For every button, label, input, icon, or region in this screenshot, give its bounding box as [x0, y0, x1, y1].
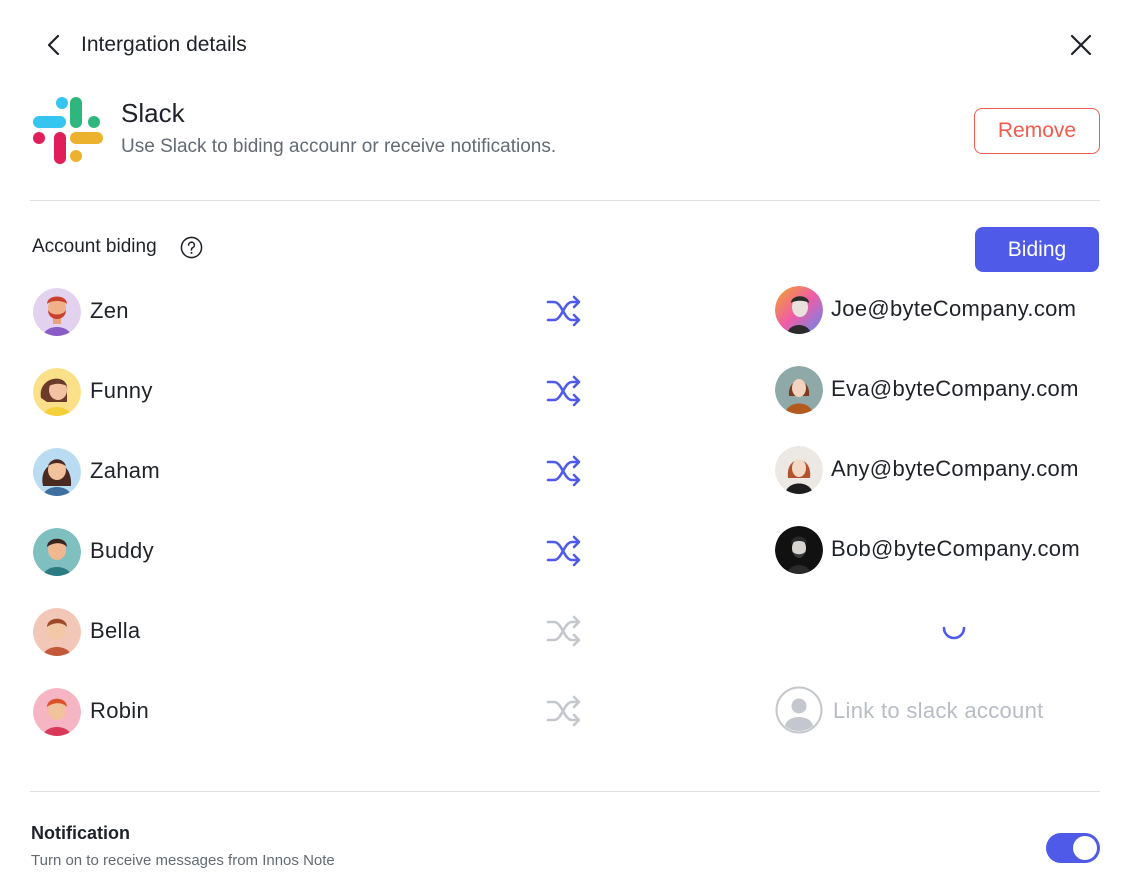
- notification-title: Notification: [31, 823, 130, 843]
- divider: [30, 791, 1100, 792]
- toggle-knob: [1073, 836, 1097, 860]
- avatar: [775, 446, 823, 494]
- avatar: [775, 366, 823, 414]
- shuffle-icon[interactable]: [545, 374, 583, 408]
- shuffle-icon[interactable]: [545, 694, 583, 728]
- header: Intergation details: [30, 28, 1100, 62]
- binding-row: Funny Eva@byteCompany.com: [0, 366, 1130, 418]
- notification-description: Turn on to receive messages from Innos N…: [31, 852, 335, 869]
- slack-email: Any@byteCompany.com: [831, 456, 1079, 481]
- chevron-left-icon[interactable]: [42, 32, 68, 58]
- binding-row: Bella: [0, 606, 1130, 658]
- avatar: [775, 526, 823, 574]
- avatar: [33, 688, 81, 736]
- link-slack-account[interactable]: Link to slack account: [833, 698, 1044, 724]
- app-name: Slack: [121, 98, 185, 128]
- user-name: Zen: [90, 298, 129, 323]
- notification-toggle[interactable]: [1046, 833, 1100, 863]
- app-info: Slack Use Slack to biding accounr or rec…: [30, 92, 1100, 172]
- user-name: Bella: [90, 618, 141, 643]
- app-description: Use Slack to biding accounr or receive n…: [121, 136, 557, 157]
- shuffle-icon[interactable]: [545, 614, 583, 648]
- close-icon[interactable]: [1068, 32, 1094, 58]
- avatar: [775, 286, 823, 334]
- divider: [30, 200, 1100, 201]
- shuffle-icon[interactable]: [545, 454, 583, 488]
- slack-logo: [33, 97, 103, 164]
- avatar: [33, 448, 81, 496]
- user-name: Funny: [90, 378, 153, 403]
- shuffle-icon[interactable]: [545, 294, 583, 328]
- binding-row: Buddy Bob@byteCompany.com: [0, 526, 1130, 578]
- section-title: Account biding: [32, 236, 157, 257]
- slack-email: Joe@byteCompany.com: [831, 296, 1077, 321]
- user-name: Robin: [90, 698, 149, 723]
- binding-row: Zaham Any@byteCompany.com: [0, 446, 1130, 498]
- user-name: Zaham: [90, 458, 160, 483]
- question-circle-icon[interactable]: [180, 236, 203, 259]
- binding-row: Zen Joe@byteCompany.com: [0, 286, 1130, 338]
- biding-button[interactable]: Biding: [975, 227, 1099, 272]
- avatar: [33, 288, 81, 336]
- page-title: Intergation details: [81, 33, 247, 56]
- user-name: Buddy: [90, 538, 154, 563]
- shuffle-icon[interactable]: [545, 534, 583, 568]
- slack-email: Eva@byteCompany.com: [831, 376, 1079, 401]
- avatar: [33, 608, 81, 656]
- avatar: [33, 528, 81, 576]
- avatar: [33, 368, 81, 416]
- slack-email: Bob@byteCompany.com: [831, 536, 1080, 561]
- loading-spinner-icon: [942, 626, 966, 640]
- binding-row: Robin Link to slack account: [0, 686, 1130, 738]
- user-placeholder-icon[interactable]: [775, 686, 823, 734]
- remove-button[interactable]: Remove: [974, 108, 1100, 154]
